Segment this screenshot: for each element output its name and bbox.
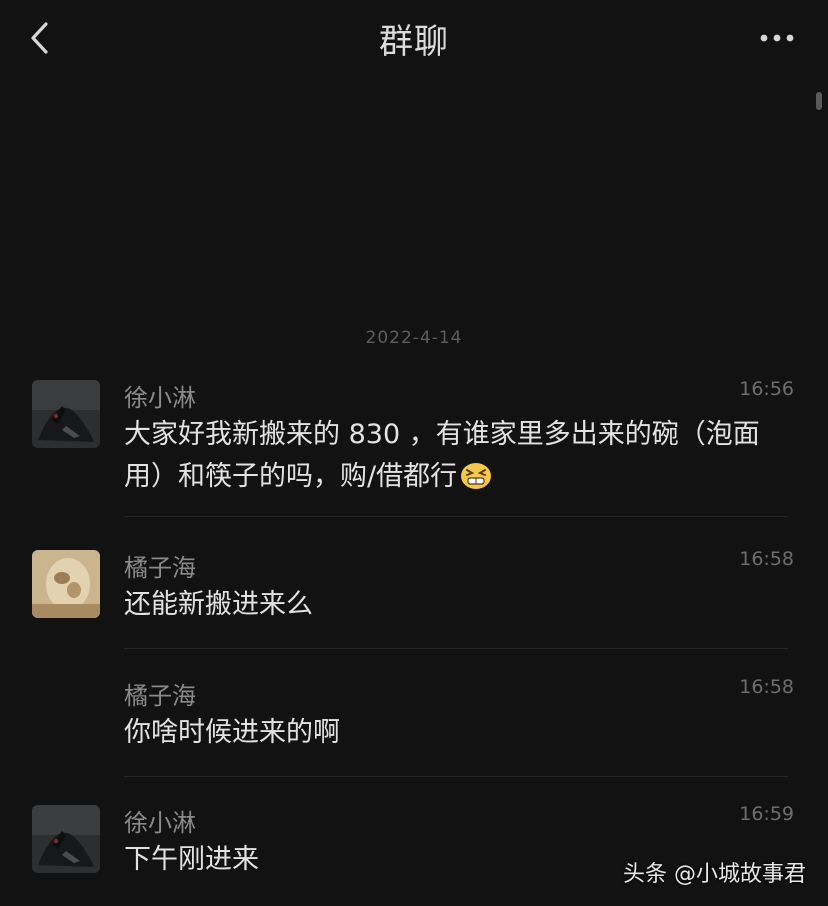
message-divider [124,516,788,517]
message-item: 徐小淋 16:59 下午刚进来 [0,803,828,903]
more-dots-icon [760,34,794,42]
sender-name: 橘子海 [124,682,196,710]
sender-name: 橘子海 [124,554,196,582]
avatar[interactable] [32,805,100,873]
message-text[interactable]: 还能新搬进来么 [124,584,794,626]
grimace-emoji-icon [461,463,492,489]
header-bar: 群聊 [0,0,828,80]
date-separator: 2022-4-14 [365,328,463,348]
message-time: 16:59 [739,803,794,825]
avatar[interactable] [32,380,100,448]
page-title: 群聊 [379,22,449,62]
sender-name: 徐小淋 [124,384,196,412]
sender-name: 徐小淋 [124,809,196,837]
message-time: 16:58 [739,676,794,698]
dark-figure-avatar-icon [32,805,100,873]
dark-figure-avatar-icon [32,380,100,448]
message-time: 16:58 [739,548,794,570]
scrollbar-thumb[interactable] [816,92,822,110]
beige-photo-avatar-icon [32,550,100,618]
watermark-text: 头条 @小城故事君 [623,862,806,887]
message-time: 16:56 [739,378,794,400]
message-text-content: 大家好我新搬来的 830 ，有谁家里多出来的碗（泡面用）和筷子的吗，购/借都行 [124,419,760,492]
avatar[interactable] [32,550,100,618]
message-item: 徐小淋 16:56 大家好我新搬来的 830 ，有谁家里多出来的碗（泡面用）和筷… [0,378,828,528]
message-text[interactable]: 你啥时候进来的啊 [124,712,794,754]
message-divider [124,776,788,777]
message-text[interactable]: 大家好我新搬来的 830 ，有谁家里多出来的碗（泡面用）和筷子的吗，购/借都行 [124,414,794,498]
message-divider [124,648,788,649]
message-item: 橘子海 16:58 你啥时候进来的啊 [0,676,828,786]
more-button[interactable] [758,26,798,50]
message-item: 橘子海 16:58 还能新搬进来么 [0,548,828,658]
chat-screen: 群聊 2022-4-14 徐小淋 16:56 大家好我新搬来的 830 ，有谁家… [0,0,828,906]
